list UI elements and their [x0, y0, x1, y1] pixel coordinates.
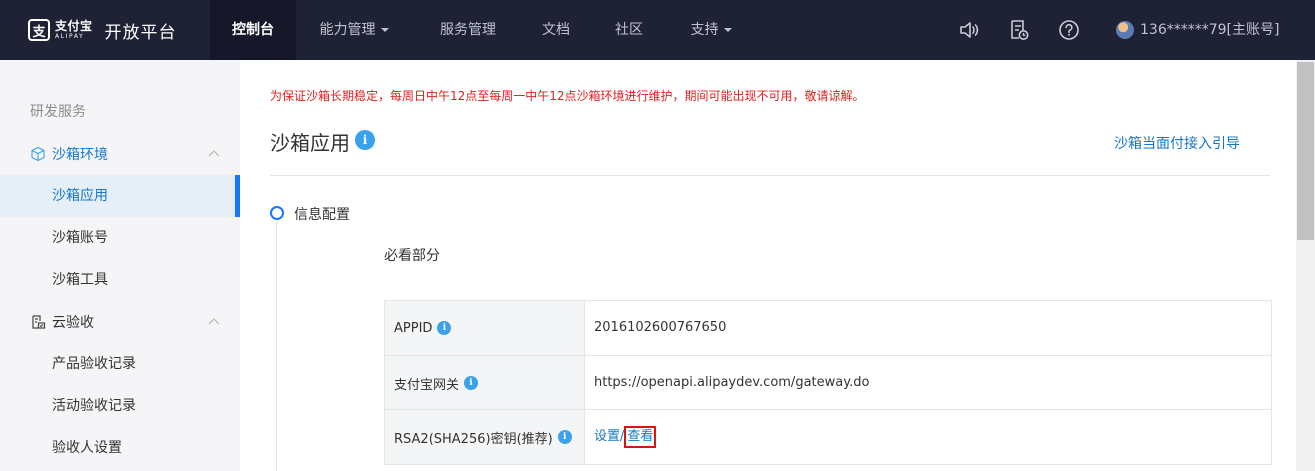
platform-name: 开放平台 [104, 22, 177, 43]
cloud-check-icon [32, 315, 46, 329]
info-icon[interactable]: i [437, 321, 452, 335]
sidebar-item-product-acceptance-records[interactable]: 产品验收记录 [0, 343, 240, 385]
page-title: 沙箱应用 [270, 131, 350, 155]
speaker-icon[interactable] [958, 19, 980, 41]
sidebar-item-sandbox-account[interactable]: 沙箱账号 [0, 217, 240, 259]
info-icon[interactable]: i [355, 130, 375, 150]
divider [270, 175, 1270, 176]
sidebar-group-label: 沙箱环境 [52, 147, 108, 163]
scrollbar-thumb[interactable] [1297, 62, 1314, 240]
table-row-rsa2-key: RSA2(SHA256)密钥(推荐) i 设置/查看 [385, 409, 1271, 464]
sidebar-group-cloud-acceptance[interactable]: 云验收 [0, 301, 240, 343]
sidebar-group-label: 云验收 [52, 315, 94, 331]
nav-support[interactable]: 支持 [678, 0, 744, 60]
nav-service-management[interactable]: 服务管理 [425, 0, 511, 60]
logo-cn-text: 支付宝 [55, 19, 93, 33]
sandbox-f2f-guide-link[interactable]: 沙箱当面付接入引导 [1114, 133, 1240, 153]
step-label-info-config: 信息配置 [294, 207, 350, 223]
table-row-appid: APPID i 2016102600767650 [385, 301, 1271, 355]
nav-capability-management[interactable]: 能力管理 [304, 0, 404, 60]
sandbox-cube-icon [31, 146, 45, 162]
nav-docs[interactable]: 文档 [530, 0, 582, 60]
chevron-down-icon [380, 28, 389, 32]
account-name: 136******79[主账号] [1140, 22, 1280, 38]
avatar [1116, 21, 1134, 39]
step-connector-line [276, 221, 277, 471]
nav-community[interactable]: 社区 [603, 0, 655, 60]
sidebar-group-sandbox[interactable]: 沙箱环境 [0, 133, 240, 175]
info-icon[interactable]: i [557, 430, 572, 444]
help-icon[interactable] [1058, 19, 1080, 41]
sidebar-item-sandbox-tools[interactable]: 沙箱工具 [0, 259, 240, 301]
chevron-up-icon [208, 150, 220, 157]
sidebar-section-title: 研发服务 [30, 104, 86, 120]
chevron-down-icon [723, 28, 732, 32]
info-icon[interactable]: i [464, 376, 479, 390]
config-table: APPID i 2016102600767650 支付宝网关 i https:/… [384, 300, 1272, 465]
gateway-url-value: https://openapi.alipaydev.com/gateway.do [594, 375, 870, 390]
nav-console[interactable]: 控制台 [210, 0, 296, 60]
alipay-logo-icon: 支 [28, 19, 50, 41]
chevron-up-icon [208, 318, 220, 325]
top-navbar: 支 支付宝 ALIPAY 开放平台 控制台 能力管理 服务管理 文档 社区 支持 [0, 0, 1315, 60]
notification-doc-icon[interactable] [1008, 19, 1030, 41]
account-menu[interactable]: 136******79[主账号] [1116, 0, 1279, 60]
row-key-label: 支付宝网关 [394, 377, 460, 393]
must-read-heading: 必看部分 [384, 248, 440, 264]
row-key-label: APPID [394, 320, 433, 336]
maintenance-notice: 为保证沙箱长期稳定，每周日中午12点至每周一中午12点沙箱环境进行维护，期间可能… [270, 89, 865, 103]
table-row-gateway: 支付宝网关 i https://openapi.alipaydev.com/ga… [385, 355, 1271, 410]
sidebar-item-sandbox-app[interactable]: 沙箱应用 [0, 175, 240, 217]
row-key-label: RSA2(SHA256)密钥(推荐) [394, 431, 553, 447]
appid-value: 2016102600767650 [594, 320, 727, 335]
sidebar-item-activity-acceptance-records[interactable]: 活动验收记录 [0, 385, 240, 427]
rsa2-view-link[interactable]: 查看 [624, 426, 657, 448]
step-indicator [270, 206, 284, 220]
sidebar-item-acceptor-settings[interactable]: 验收人设置 [0, 427, 240, 469]
alipay-open-platform-logo[interactable]: 支 支付宝 ALIPAY 开放平台 [28, 14, 177, 46]
rsa2-set-link[interactable]: 设置 [594, 429, 620, 444]
logo-en-text: ALIPAY [55, 33, 85, 40]
